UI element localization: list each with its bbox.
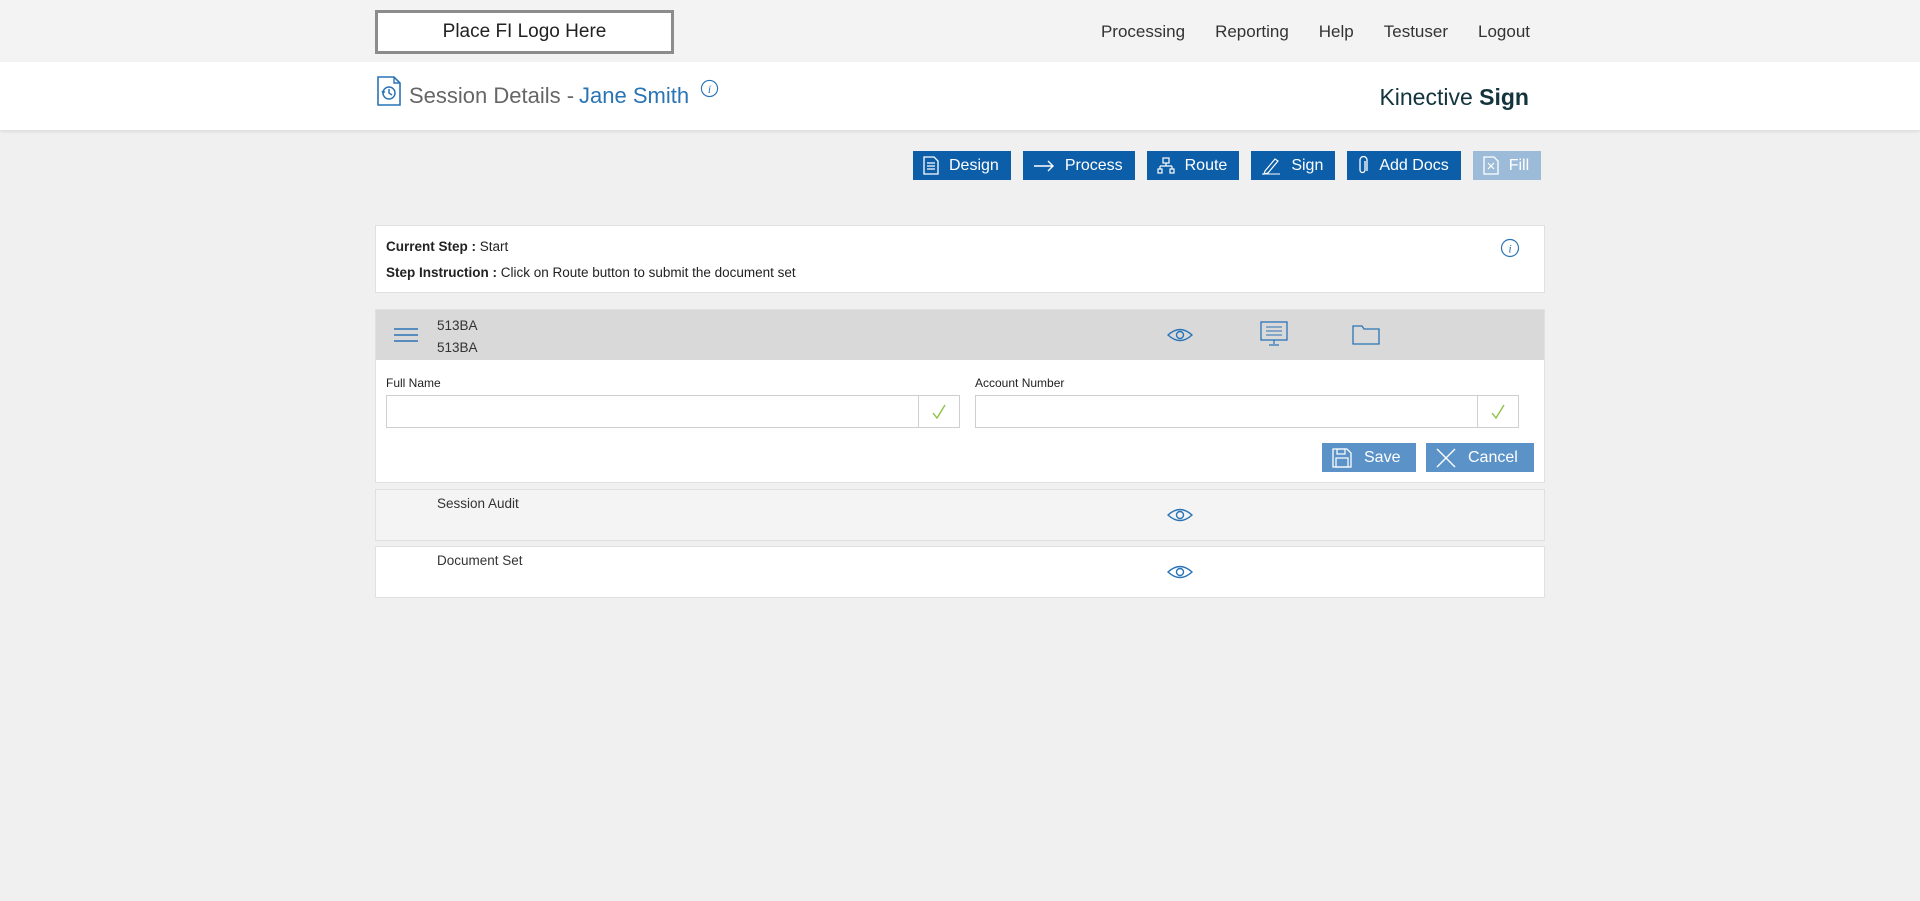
- step-info-panel: Current Step : Start Step Instruction : …: [375, 225, 1545, 293]
- document-header: 513BA 513BA: [376, 310, 1544, 360]
- document-code-secondary: 513BA: [437, 340, 478, 355]
- cancel-button[interactable]: Cancel: [1426, 443, 1534, 472]
- cancel-label: Cancel: [1468, 448, 1518, 466]
- step-instruction-value: Click on Route button to submit the docu…: [497, 265, 796, 280]
- folder-icon[interactable]: [1352, 323, 1380, 345]
- current-step-label: Current Step :: [386, 239, 477, 254]
- full-name-field: [386, 395, 960, 428]
- hamburger-menu-icon[interactable]: [393, 326, 419, 344]
- arrow-right-icon: [1033, 160, 1054, 171]
- full-name-input[interactable]: [387, 396, 918, 427]
- add-docs-label: Add Docs: [1379, 156, 1449, 174]
- document-list-icon: [923, 156, 939, 175]
- route-tree-icon: [1157, 156, 1175, 174]
- action-toolbar: Design Process Route Sign Add Docs Fill: [913, 151, 1542, 180]
- route-button[interactable]: Route: [1146, 151, 1240, 180]
- svg-text:i: i: [1508, 242, 1511, 256]
- full-name-label: Full Name: [386, 376, 441, 390]
- design-label: Design: [949, 156, 999, 174]
- eye-icon[interactable]: [1167, 507, 1193, 523]
- page-header: Session Details - Jane Smith i Kinective…: [0, 62, 1920, 130]
- add-docs-button[interactable]: Add Docs: [1347, 151, 1461, 180]
- account-number-input[interactable]: [976, 396, 1477, 427]
- svg-text:i: i: [708, 84, 711, 96]
- close-icon: [1436, 448, 1456, 467]
- top-bar: Place FI Logo Here Processing Reporting …: [0, 0, 1920, 62]
- full-name-confirm[interactable]: [918, 396, 959, 427]
- route-label: Route: [1184, 156, 1228, 174]
- session-audit-label: Session Audit: [437, 496, 519, 511]
- top-nav: Processing Reporting Help Testuser Logou…: [1071, 22, 1530, 42]
- pen-icon: [1262, 157, 1281, 175]
- eye-icon[interactable]: [1167, 327, 1193, 343]
- document-panel: 513BA 513BA Full Name Account Number Sav…: [375, 309, 1545, 483]
- brand-regular: Kinective: [1379, 84, 1480, 110]
- document-code: 513BA: [437, 318, 478, 333]
- eye-icon[interactable]: [1167, 564, 1193, 580]
- paperclip-icon: [1359, 155, 1368, 173]
- nav-processing[interactable]: Processing: [1101, 22, 1185, 42]
- save-button[interactable]: Save: [1322, 443, 1416, 472]
- nav-help[interactable]: Help: [1319, 22, 1354, 42]
- save-label: Save: [1364, 448, 1401, 466]
- fill-button[interactable]: Fill: [1472, 151, 1542, 180]
- step-info-icon[interactable]: i: [1500, 238, 1520, 258]
- monitor-icon[interactable]: [1260, 321, 1288, 347]
- current-step: Current Step : Start: [386, 239, 508, 254]
- document-fill-icon: [1483, 156, 1499, 175]
- account-number-field: [975, 395, 1519, 428]
- nav-reporting[interactable]: Reporting: [1215, 22, 1289, 42]
- step-instruction: Step Instruction : Click on Route button…: [386, 265, 796, 280]
- page-title: Session Details -: [409, 83, 575, 108]
- fill-label: Fill: [1508, 156, 1530, 174]
- session-audit-row[interactable]: Session Audit: [375, 489, 1545, 541]
- sign-button[interactable]: Sign: [1251, 151, 1336, 180]
- process-label: Process: [1064, 156, 1123, 174]
- current-step-value: Start: [476, 239, 509, 254]
- account-number-label: Account Number: [975, 376, 1065, 390]
- nav-user[interactable]: Testuser: [1384, 22, 1448, 42]
- sign-label: Sign: [1291, 156, 1324, 174]
- process-button[interactable]: Process: [1022, 151, 1135, 180]
- brand-bold: Sign: [1479, 84, 1529, 110]
- checkmark-icon: [1491, 404, 1505, 419]
- brand-logo: Kinective Sign: [1379, 84, 1529, 111]
- document-set-row[interactable]: Document Set: [375, 546, 1545, 598]
- account-number-confirm[interactable]: [1477, 396, 1518, 427]
- step-instruction-label: Step Instruction :: [386, 265, 497, 280]
- session-history-icon: [377, 76, 401, 106]
- checkmark-icon: [932, 404, 946, 419]
- nav-logout[interactable]: Logout: [1478, 22, 1530, 42]
- document-set-label: Document Set: [437, 553, 523, 568]
- customer-name: Jane Smith: [579, 83, 690, 108]
- floppy-disk-icon: [1332, 447, 1352, 468]
- logo-placeholder: Place FI Logo Here: [375, 10, 674, 54]
- design-button[interactable]: Design: [913, 151, 1011, 180]
- info-icon[interactable]: i: [700, 79, 719, 98]
